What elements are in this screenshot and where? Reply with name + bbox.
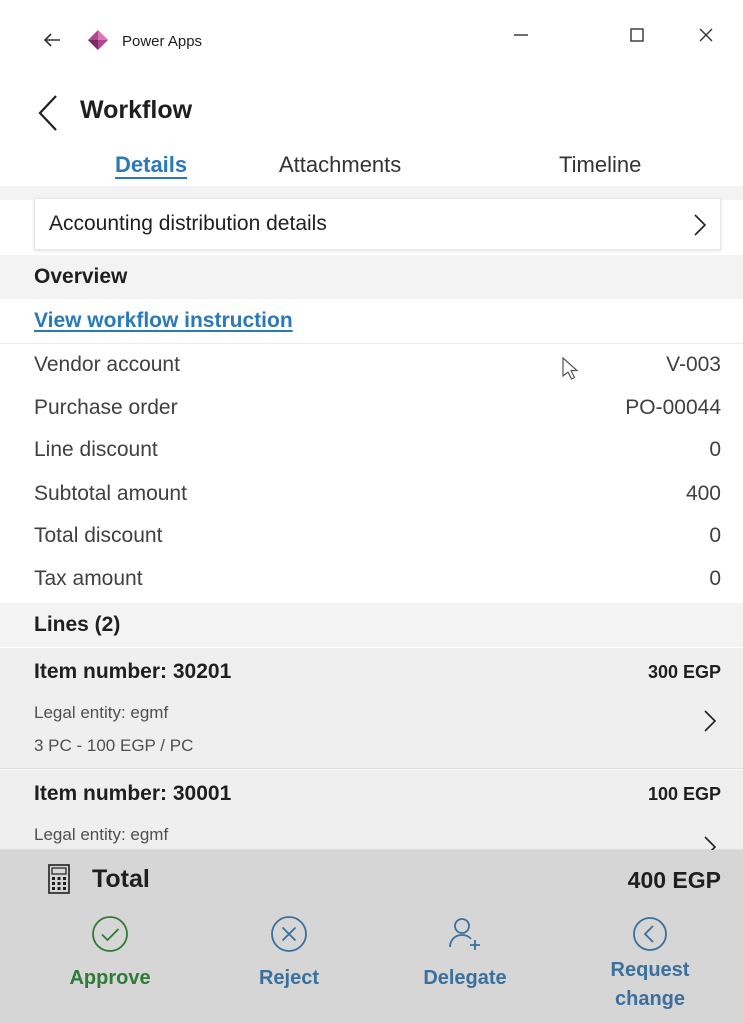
line-item-amount: 300 EGP	[647, 662, 721, 682]
workflow-instruction-row: View workflow instruction	[0, 300, 743, 344]
tab-details[interactable]: Details	[115, 152, 187, 178]
delegate-button[interactable]: Delegate	[400, 910, 530, 1022]
tab-attachments[interactable]: Attachments	[279, 152, 401, 178]
request-change-label-line1: Request	[610, 959, 690, 981]
detail-label: Vendor account	[34, 353, 180, 376]
power-apps-logo-icon	[88, 30, 108, 50]
detail-label: Subtotal amount	[34, 482, 187, 505]
detail-row-line-discount: Line discount 0	[0, 430, 743, 470]
detail-value: 0	[709, 567, 721, 590]
window-titlebar: Power Apps	[0, 0, 743, 78]
chevron-right-icon	[694, 214, 707, 236]
detail-label: Total discount	[34, 524, 163, 547]
action-footer: Total 400 EGP Approve Reject Delegate Re…	[0, 850, 743, 1023]
detail-row-tax-amount: Tax amount 0	[0, 559, 743, 599]
line-item-legal-entity: Legal entity: egmf	[34, 825, 169, 844]
line-item[interactable]: Item number: 30001 100 EGP Legal entity:…	[0, 770, 743, 858]
approve-button[interactable]: Approve	[45, 910, 175, 1022]
request-change-label: Request change	[585, 956, 715, 1014]
detail-value: 0	[709, 524, 721, 547]
reject-button[interactable]: Reject	[224, 910, 354, 1022]
detail-label: Tax amount	[34, 567, 143, 590]
view-workflow-instruction-link[interactable]: View workflow instruction	[34, 309, 293, 333]
detail-row-total-discount: Total discount 0	[0, 516, 743, 556]
accounting-distribution-label: Accounting distribution details	[49, 212, 327, 235]
line-item-title: Item number: 30201	[34, 660, 232, 683]
detail-label: Line discount	[34, 438, 158, 461]
tab-timeline[interactable]: Timeline	[559, 152, 641, 178]
detail-row-vendor-account: Vendor account V-003	[0, 345, 743, 385]
section-overview: Overview	[0, 255, 743, 299]
back-arrow-icon[interactable]	[40, 28, 64, 52]
approve-label: Approve	[69, 967, 151, 989]
mouse-pointer-icon	[562, 356, 579, 380]
person-add-icon	[449, 918, 480, 950]
chevron-right-icon	[704, 710, 717, 732]
line-item-amount: 100 EGP	[647, 784, 721, 804]
detail-row-purchase-order: Purchase order PO-00044	[0, 388, 743, 428]
section-overview-heading: Overview	[34, 265, 128, 288]
request-change-button[interactable]: Request change	[585, 910, 715, 1022]
chevron-left-icon[interactable]	[34, 92, 64, 134]
total-label: Total	[92, 865, 150, 893]
calculator-icon	[48, 864, 70, 894]
dismiss-circle-icon	[271, 916, 307, 952]
detail-value: 400	[685, 482, 721, 505]
maximize-icon[interactable]	[624, 22, 650, 48]
line-item[interactable]: Item number: 30201 300 EGP Legal entity:…	[0, 648, 743, 769]
line-item-quantity-price: 3 PC - 100 EGP / PC	[34, 736, 194, 755]
window-title: Power Apps	[122, 33, 203, 50]
checkmark-circle-icon	[92, 916, 128, 952]
line-item-legal-entity: Legal entity: egmf	[34, 703, 169, 722]
detail-row-subtotal-amount: Subtotal amount 400	[0, 474, 743, 514]
accounting-distribution-card[interactable]: Accounting distribution details	[34, 198, 721, 250]
total-amount: 400 EGP	[627, 867, 721, 893]
detail-value: PO-00044	[625, 396, 721, 419]
delegate-label: Delegate	[423, 967, 507, 989]
chevron-left-circle-icon	[633, 917, 667, 951]
reject-label: Reject	[258, 967, 320, 989]
request-change-label-line2: change	[614, 988, 686, 1010]
detail-value: 0	[709, 438, 721, 461]
detail-label: Purchase order	[34, 396, 178, 419]
page-title: Workflow	[80, 96, 193, 124]
section-lines: Lines (2)	[0, 603, 743, 647]
minimize-icon[interactable]	[508, 22, 534, 48]
close-icon[interactable]	[693, 22, 719, 48]
section-lines-heading: Lines (2)	[34, 613, 121, 636]
line-item-title: Item number: 30001	[34, 782, 232, 805]
detail-value: V-003	[666, 353, 721, 376]
